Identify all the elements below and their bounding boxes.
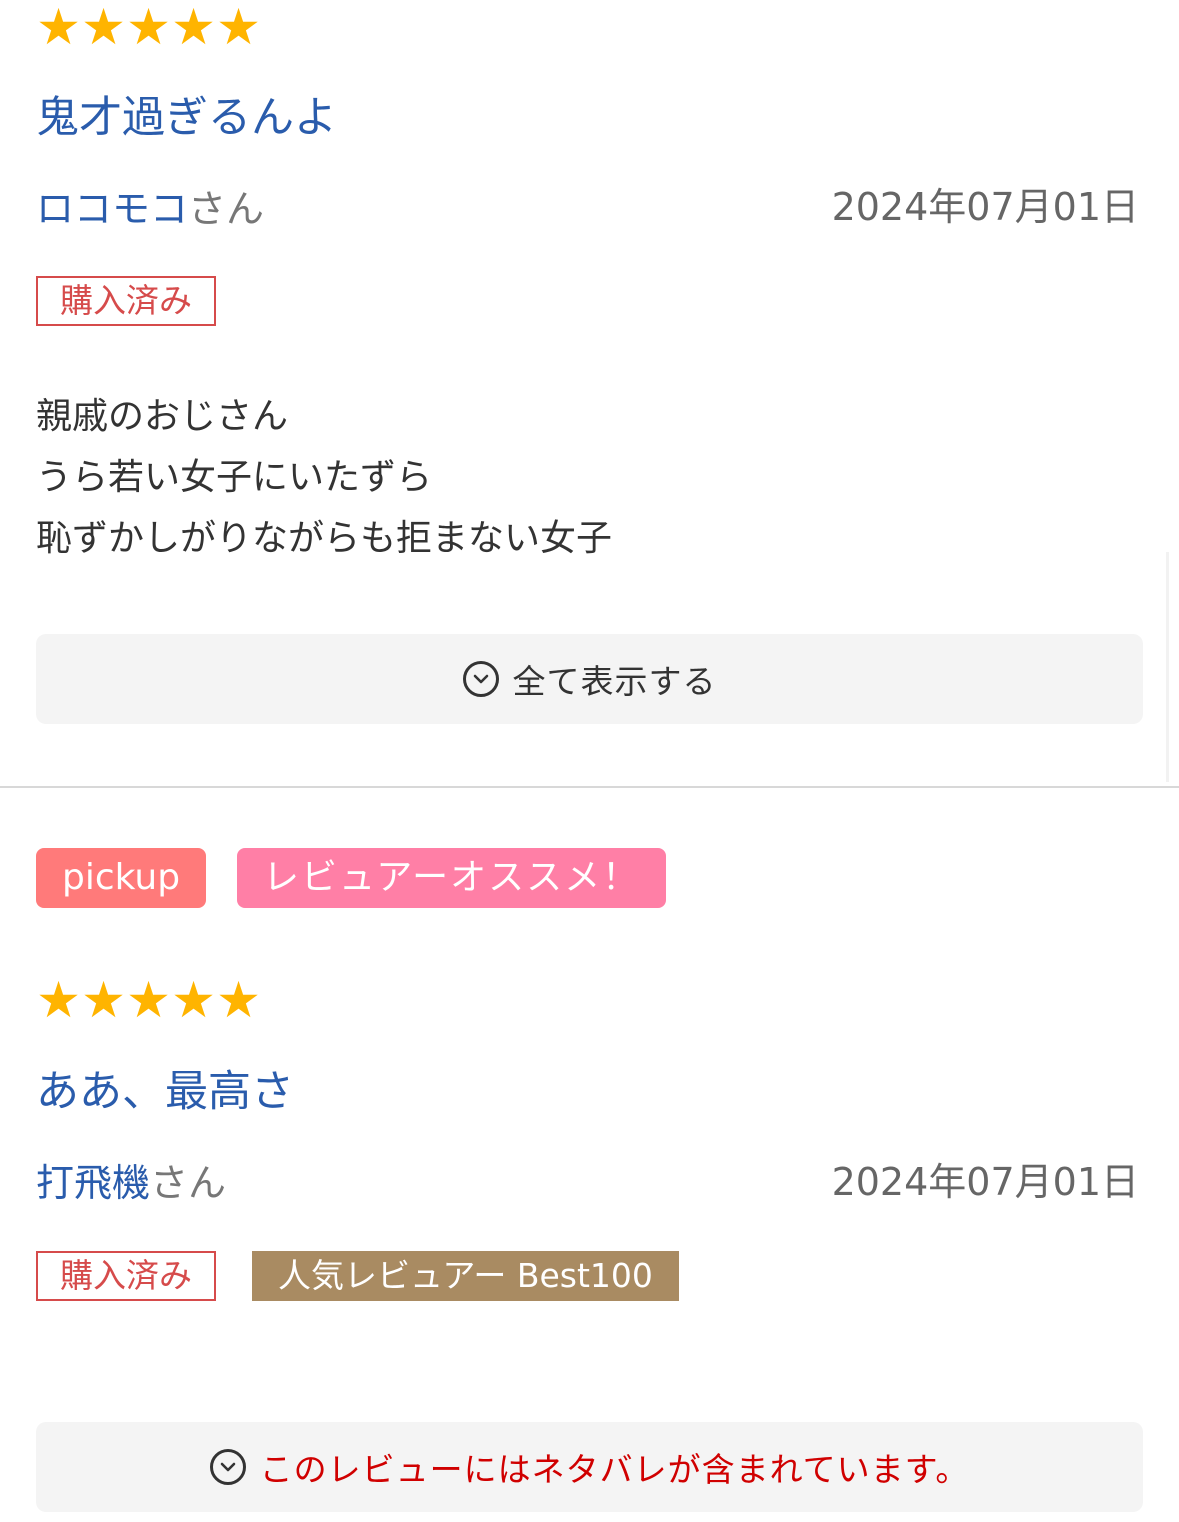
chevron-down-circle-icon <box>462 661 499 697</box>
reviewer-suffix: さん <box>188 187 265 231</box>
review-body: 親戚のおじさん うら若い女子にいたずら 恥ずかしがりながらも拒まない女子 <box>36 386 612 569</box>
review-card: ★ ★ ★ ★ ★ 鬼才過ぎるんよ ロコモコさん 2024年07月01日 購入済… <box>0 0 1179 786</box>
star-icon: ★ <box>126 0 171 56</box>
pickup-tag: pickup <box>36 848 207 908</box>
star-icon: ★ <box>81 971 126 1029</box>
review-body-line: 恥ずかしがりながらも拒まない女子 <box>36 518 613 559</box>
show-all-label: 全て表示する <box>512 662 717 701</box>
reviewer-name-link[interactable]: ロコモコ <box>36 187 188 231</box>
review-body-line: 親戚のおじさん <box>36 396 289 437</box>
star-icon: ★ <box>36 0 81 56</box>
review-title: ああ、最高さ <box>36 1067 294 1117</box>
review-date: 2024年07月01日 <box>831 185 1139 229</box>
purchased-badge: 購入済み <box>36 276 216 326</box>
review-title: 鬼才過ぎるんよ <box>36 93 337 143</box>
popular-reviewer-badge: 人気レビュアー Best100 <box>252 1251 679 1301</box>
star-icon: ★ <box>171 0 216 56</box>
star-icon: ★ <box>81 0 126 56</box>
star-rating: ★ ★ ★ ★ ★ <box>36 975 261 1025</box>
purchased-badge: 購入済み <box>36 1251 216 1301</box>
spoiler-reveal-button[interactable]: このレビューにはネタバレが含まれています。 <box>36 1422 1143 1512</box>
reviewer-recommend-tag: レビュアーオススメ！ <box>237 848 667 908</box>
star-rating: ★ ★ ★ ★ ★ <box>36 2 261 52</box>
star-icon: ★ <box>216 0 261 56</box>
star-icon: ★ <box>171 971 216 1029</box>
chevron-down-circle-icon <box>209 1449 246 1485</box>
review-date: 2024年07月01日 <box>831 1160 1139 1204</box>
reviewer: ロコモコさん <box>36 186 264 232</box>
reviewer-name-link[interactable]: 打飛機 <box>36 1161 150 1205</box>
star-icon: ★ <box>36 971 81 1029</box>
review-card: pickup レビュアーオススメ！ ★ ★ ★ ★ ★ ああ、最高さ 打飛機さん… <box>0 786 1179 1522</box>
star-icon: ★ <box>126 971 171 1029</box>
reviewer-suffix: さん <box>150 1161 227 1205</box>
spoiler-warning-label: このレビューにはネタバレが含まれています。 <box>259 1450 970 1489</box>
review-body-line: うら若い女子にいたずら <box>36 457 433 498</box>
show-all-button[interactable]: 全て表示する <box>36 634 1143 724</box>
star-icon: ★ <box>216 971 261 1029</box>
scrollbar <box>1166 552 1169 782</box>
reviewer: 打飛機さん <box>36 1160 226 1206</box>
